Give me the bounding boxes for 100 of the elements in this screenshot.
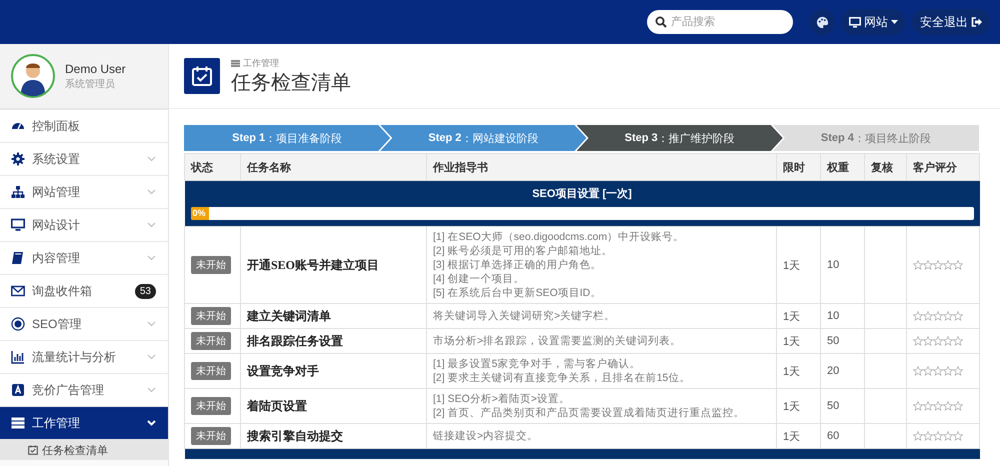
guide-line: 链接建设>内容提交。 <box>433 429 540 443</box>
star-icon <box>923 336 933 346</box>
star-icon <box>953 431 963 441</box>
star-icon <box>913 260 923 270</box>
sidebar-item[interactable]: 流量统计与分析 <box>0 341 168 374</box>
status-badge: 未开始 <box>191 427 231 445</box>
calendar-check-icon <box>191 65 213 87</box>
star-icon <box>943 401 953 411</box>
status-badge: 未开始 <box>191 397 231 415</box>
status-badge: 未开始 <box>191 307 231 325</box>
sidebar-item[interactable]: 控制面板 <box>0 110 168 143</box>
column-header: 状态 <box>184 154 240 180</box>
guide-line: [3] 根据订单选择正确的用户角色。 <box>433 258 603 272</box>
star-icon <box>953 366 963 376</box>
star-icon <box>943 311 953 321</box>
star-icon <box>913 431 923 441</box>
palette-icon <box>816 16 828 28</box>
step: Step 2：网站建设阶段 <box>380 125 586 151</box>
status-badge: 未开始 <box>191 256 231 274</box>
section-header: SEO项目设置 [一次] <box>184 180 980 205</box>
table-cell: 建立关键词清单 <box>240 304 426 328</box>
breadcrumb[interactable]: 工作管理 <box>243 56 279 70</box>
table-cell: 排名跟踪任务设置 <box>240 328 426 354</box>
list-icon <box>231 60 240 66</box>
step: Step 3：推广维护阶段 <box>576 125 783 151</box>
star-icon <box>933 260 943 270</box>
logout-button[interactable]: 安全退出 <box>912 9 990 35</box>
search-icon <box>655 16 667 28</box>
star-icon <box>913 311 923 321</box>
table-cell: 1天 <box>776 304 820 328</box>
envelope-icon <box>11 284 25 298</box>
guide-line: [4] 创建一个项目。 <box>433 272 526 286</box>
status-badge: 未开始 <box>191 332 231 350</box>
progress-fill: 0% <box>190 207 208 220</box>
guide-line: [5] 在系统后台中更新SEO项目ID。 <box>433 286 602 300</box>
table-cell: 1天 <box>776 354 820 388</box>
guide-line: [1] SEO分析>着陆页>设置。 <box>433 392 572 406</box>
bar-chart-icon <box>11 350 25 364</box>
star-icon <box>943 336 953 346</box>
table-cell: 1天 <box>776 226 820 304</box>
column-header: 权重 <box>820 154 864 180</box>
monitor-icon <box>11 218 25 232</box>
table-cell: 设置竞争对手 <box>240 354 426 388</box>
star-icon <box>943 260 953 270</box>
column-header: 客户评分 <box>906 154 980 180</box>
monitor-icon <box>849 16 861 28</box>
gear-icon <box>11 152 25 166</box>
user-name: Demo User <box>65 62 126 76</box>
table-cell: 50 <box>820 388 864 424</box>
star-icon <box>943 431 953 441</box>
guide-line: [1] 在SEO大师（seo.digoodcms.com）中开设账号。 <box>433 230 686 244</box>
status-badge: 未开始 <box>191 362 231 380</box>
star-icon <box>913 336 923 346</box>
search-field[interactable]: 产品搜索 <box>647 10 793 34</box>
star-icon <box>953 260 963 270</box>
sidebar-item[interactable]: 系统设置 <box>0 143 168 176</box>
table-cell: 20 <box>820 354 864 388</box>
guide-line: [2] 首页、产品类别页和产品页需要设置成着陆页进行重点监控。 <box>433 406 746 420</box>
table-cell: 开通SEO账号并建立项目 <box>240 226 426 304</box>
guide-line: 将关键词导入关键词研究>关键字栏。 <box>433 309 616 323</box>
sidebar-item[interactable]: 网站管理 <box>0 176 168 209</box>
column-header: 作业指导书 <box>426 154 776 180</box>
palette-button[interactable] <box>809 9 835 35</box>
sidebar-item[interactable]: 工作管理 <box>0 407 168 440</box>
star-icon <box>913 401 923 411</box>
sitemap-icon <box>11 185 25 199</box>
site-menu-button[interactable]: 网站 <box>841 9 906 35</box>
star-icon <box>923 366 933 376</box>
guide-line: 市场分析>排名跟踪，设置需要监测的关键词列表。 <box>433 334 682 348</box>
sidebar-item[interactable]: 竞价广告管理 <box>0 374 168 407</box>
sidebar-item[interactable]: 网站设计 <box>0 209 168 242</box>
caret-icon <box>891 20 898 24</box>
column-header: 复核 <box>864 154 906 180</box>
letter-a-icon <box>11 383 25 397</box>
column-header: 限时 <box>776 154 820 180</box>
star-icon <box>933 366 943 376</box>
sidebar-item[interactable]: SEO管理 <box>0 308 168 341</box>
table-cell: 着陆页设置 <box>240 388 426 424</box>
column-header: 任务名称 <box>240 154 426 180</box>
avatar-icon <box>11 54 55 98</box>
star-icon <box>943 366 953 376</box>
list-icon <box>11 416 25 430</box>
sidebar-item[interactable]: 内容管理 <box>0 242 168 275</box>
table-cell: 50 <box>820 328 864 354</box>
table-cell: 10 <box>820 304 864 328</box>
sidebar-subitem[interactable]: 任务检查清单 <box>0 440 168 460</box>
sidebar-item[interactable]: 询盘收件箱 53 <box>0 275 168 308</box>
target-icon <box>11 317 25 331</box>
count-badge: 53 <box>134 284 156 298</box>
star-icon <box>953 401 963 411</box>
star-icon <box>923 311 933 321</box>
page-title: 任务检查清单 <box>231 70 351 96</box>
star-icon <box>923 431 933 441</box>
star-icon <box>933 401 943 411</box>
step: Step 1：项目准备阶段 <box>184 125 390 151</box>
step: Step 4：项目终止阶段 <box>772 125 979 151</box>
star-icon <box>913 366 923 376</box>
table-cell: 1天 <box>776 328 820 354</box>
guide-line: [2] 账号必须是可用的客户邮箱地址。 <box>433 244 614 258</box>
star-icon <box>953 336 963 346</box>
